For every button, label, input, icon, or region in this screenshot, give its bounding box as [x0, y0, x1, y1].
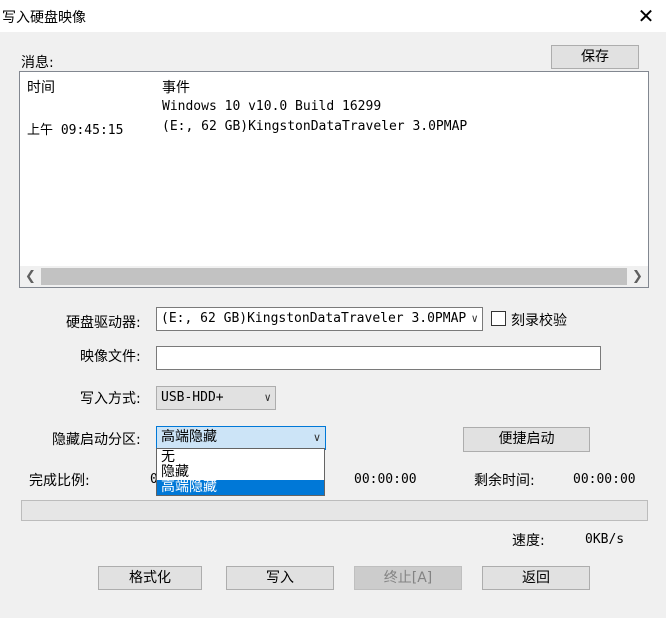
dropdown-option-high-hidden[interactable]: 高端隐藏	[157, 480, 324, 495]
message-log: 时间 事件 Windows 10 v10.0 Build 16299 上午 09…	[19, 71, 649, 288]
progress-bar	[21, 500, 648, 521]
image-file-field[interactable]	[156, 346, 601, 370]
log-row-time: 上午 09:45:15	[27, 123, 124, 138]
scrollbar-thumb[interactable]	[41, 268, 627, 285]
horizontal-scrollbar[interactable]: ❮ ❯	[20, 266, 648, 287]
format-button[interactable]: 格式化	[98, 566, 202, 590]
hidden-partition-label: 隐藏启动分区:	[52, 432, 141, 448]
abort-button[interactable]: 终止[A]	[354, 566, 462, 590]
close-icon[interactable]: ✕	[632, 2, 660, 30]
column-header-event: 事件	[162, 80, 190, 96]
chevron-right-icon[interactable]: ❯	[627, 266, 648, 287]
speed-value: 0KB/s	[585, 532, 625, 547]
write-mode-label: 写入方式:	[80, 391, 141, 407]
hidden-partition-select[interactable]: 高端隐藏 ∨	[156, 426, 326, 450]
elapsed-time: 00:00:00	[354, 472, 417, 487]
chevron-down-icon: ∨	[312, 431, 321, 444]
title-bar	[0, 0, 666, 32]
remaining-time: 00:00:00	[573, 472, 636, 487]
log-row-event: Windows 10 v10.0 Build 16299	[162, 99, 382, 114]
dropdown-option-hidden[interactable]: 隐藏	[157, 465, 324, 480]
column-header-time: 时间	[27, 80, 55, 96]
write-mode-value: USB-HDD+	[161, 390, 224, 405]
verify-checkbox[interactable]	[491, 311, 506, 326]
chevron-down-icon: ∨	[264, 391, 271, 404]
drive-value: (E:, 62 GB)KingstonDataTraveler 3.0PMAP	[161, 311, 467, 326]
log-row-event: (E:, 62 GB)KingstonDataTraveler 3.0PMAP	[162, 119, 468, 134]
write-mode-select[interactable]: USB-HDD+ ∨	[156, 386, 276, 410]
chevron-down-icon: ∨	[471, 312, 478, 325]
back-button[interactable]: 返回	[482, 566, 590, 590]
remaining-time-label: 剩余时间:	[474, 473, 535, 489]
quick-boot-button[interactable]: 便捷启动	[463, 427, 590, 452]
speed-label: 速度:	[512, 533, 545, 549]
drive-select[interactable]: (E:, 62 GB)KingstonDataTraveler 3.0PMAP …	[156, 307, 483, 331]
verify-label: 刻录校验	[511, 313, 567, 329]
messages-label: 消息:	[21, 55, 54, 71]
window-title: 写入硬盘映像	[2, 10, 86, 26]
hidden-partition-value: 高端隐藏	[161, 429, 217, 445]
hidden-partition-dropdown: 无 隐藏 高端隐藏	[156, 448, 325, 496]
save-button[interactable]: 保存	[551, 45, 639, 69]
dropdown-option-none[interactable]: 无	[157, 450, 324, 465]
image-file-label: 映像文件:	[80, 349, 141, 365]
write-button[interactable]: 写入	[226, 566, 334, 590]
chevron-left-icon[interactable]: ❮	[20, 266, 41, 287]
drive-label: 硬盘驱动器:	[66, 315, 141, 331]
progress-label: 完成比例:	[29, 473, 90, 489]
